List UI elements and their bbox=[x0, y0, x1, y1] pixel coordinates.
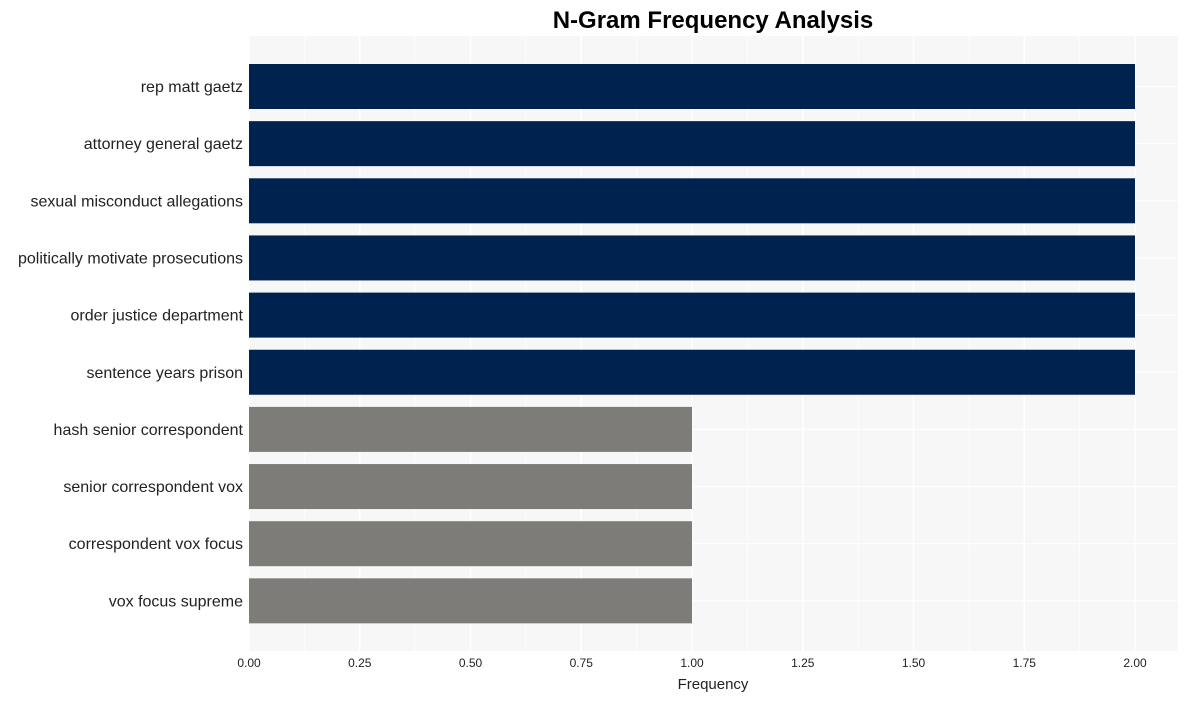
x-tick-label: 1.50 bbox=[902, 656, 926, 670]
x-tick-label: 2.00 bbox=[1123, 656, 1147, 670]
x-tick-label: 0.50 bbox=[459, 656, 483, 670]
bar-vox-focus-supreme bbox=[249, 578, 692, 624]
y-tick-label: sentence years prison bbox=[86, 365, 243, 382]
x-axis-ticks: 0.00 0.25 0.50 0.75 1.00 1.25 1.50 1.75 2.00 bbox=[237, 656, 1147, 670]
bar-correspondent-vox-focus bbox=[249, 521, 692, 567]
bar-attorney-general-gaetz bbox=[249, 121, 1135, 167]
bar-sentence-years-prison bbox=[249, 349, 1135, 395]
x-tick-label: 0.25 bbox=[348, 656, 372, 670]
bar-senior-correspondent-vox bbox=[249, 464, 692, 510]
y-tick-label: vox focus supreme bbox=[109, 593, 243, 610]
bar-hash-senior-correspondent bbox=[249, 406, 692, 452]
y-tick-label: order justice department bbox=[70, 308, 243, 325]
y-tick-label: rep matt gaetz bbox=[141, 79, 243, 96]
y-tick-label: senior correspondent vox bbox=[63, 479, 243, 496]
bar-sexual-misconduct-allegations bbox=[249, 178, 1135, 224]
x-tick-label: 1.75 bbox=[1013, 656, 1037, 670]
y-tick-label: hash senior correspondent bbox=[54, 422, 244, 439]
bar-order-justice-department bbox=[249, 292, 1135, 338]
x-tick-label: 0.00 bbox=[237, 656, 261, 670]
ngram-bar-chart: N-Gram Frequency Analysis rep matt gaetz… bbox=[18, 7, 1178, 693]
y-tick-label: attorney general gaetz bbox=[84, 136, 243, 153]
y-tick-label: sexual misconduct allegations bbox=[30, 193, 243, 210]
y-axis-labels: rep matt gaetz attorney general gaetz sexu… bbox=[18, 79, 244, 610]
y-tick-label: correspondent vox focus bbox=[69, 536, 243, 553]
x-tick-label: 1.25 bbox=[791, 656, 815, 670]
x-tick-label: 1.00 bbox=[680, 656, 704, 670]
y-tick-label: politically motivate prosecutions bbox=[18, 250, 243, 267]
bar-rep-matt-gaetz bbox=[249, 64, 1135, 109]
x-axis-label: Frequency bbox=[678, 676, 749, 693]
bar-politically-motivate-prosecutions bbox=[249, 235, 1135, 281]
x-tick-label: 0.75 bbox=[570, 656, 594, 670]
chart-title: N-Gram Frequency Analysis bbox=[553, 7, 874, 34]
